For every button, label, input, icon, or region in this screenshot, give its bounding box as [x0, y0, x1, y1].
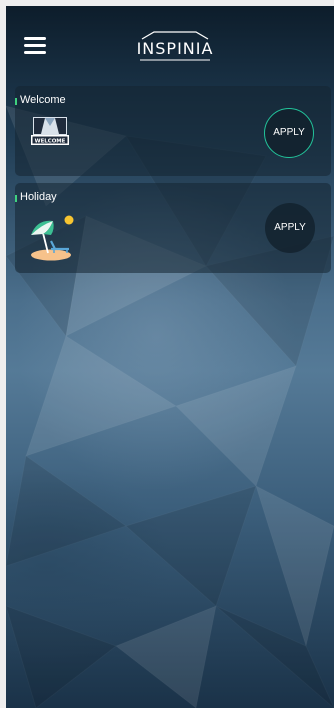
scene-marker [15, 195, 17, 202]
top-bar: INSPINIA [6, 6, 334, 84]
svg-text:WELCOME: WELCOME [35, 138, 66, 144]
beach-umbrella-icon [31, 215, 74, 261]
hamburger-menu-icon[interactable] [24, 37, 46, 55]
apply-button[interactable]: APPLY [265, 203, 315, 253]
apply-button[interactable]: APPLY [264, 108, 314, 158]
brand-logo: INSPINIA [130, 30, 220, 64]
scene-card-welcome[interactable]: Welcome WELCOME APPLY [15, 86, 331, 176]
scene-title: Holiday [20, 191, 57, 203]
brand-name: INSPINIA [136, 39, 214, 58]
welcome-icon: WELCOME [31, 117, 69, 145]
app-screen: INSPINIA Welcome WELCOME APPLY Holiday A… [6, 6, 334, 708]
scene-marker [15, 98, 17, 105]
scene-card-holiday[interactable]: Holiday APPLY [15, 183, 331, 273]
scene-title: Welcome [20, 94, 66, 106]
